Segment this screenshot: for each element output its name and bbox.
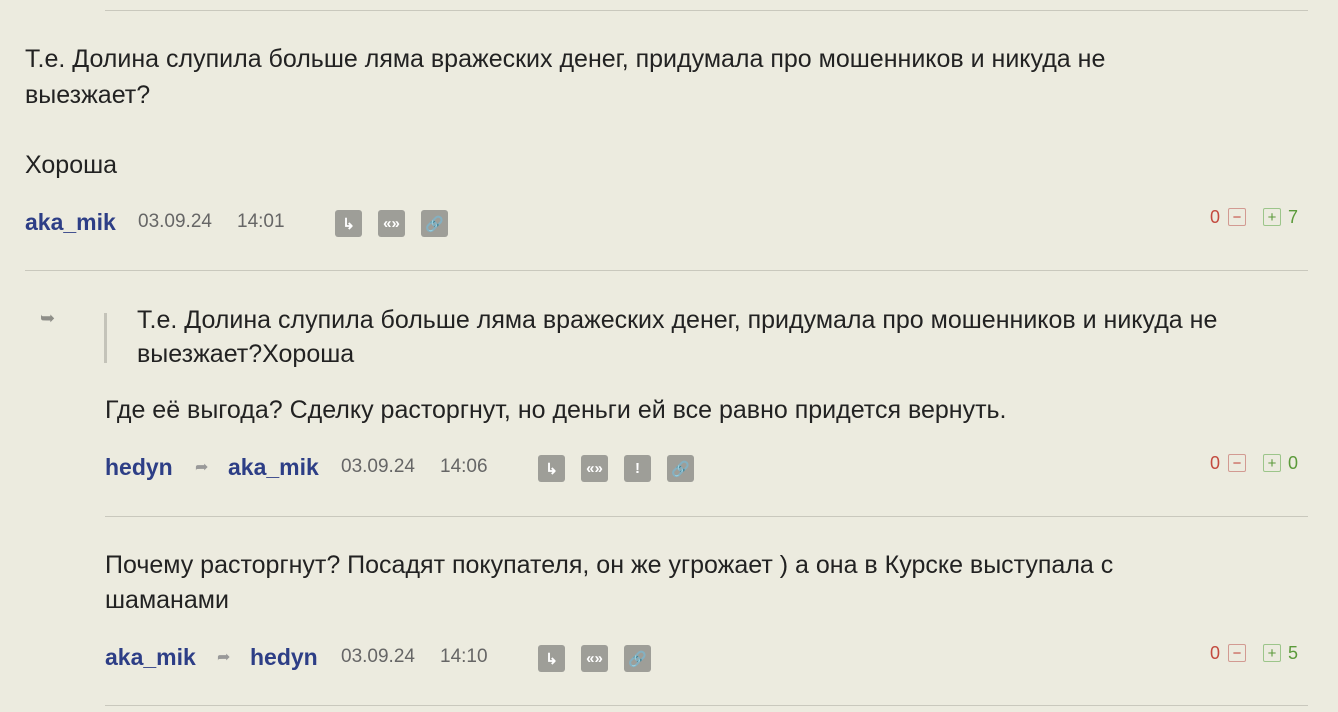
divider [105,705,1308,706]
author-link[interactable]: aka_mik [105,644,196,671]
vote-widget: 0 − + 5 [1210,641,1298,665]
vote-widget: 0 − + 0 [1210,451,1298,475]
vote-plus-count: 0 [1288,452,1299,473]
vote-minus-button[interactable]: − [1228,454,1247,472]
vote-plus-button[interactable]: + [1263,454,1282,472]
reply-to-icon: ➦ [217,649,231,666]
comment-text: Где её выгода? Сделку расторгнут, но ден… [105,396,1007,424]
vote-plus-button[interactable]: + [1263,644,1282,662]
reply-to-icon: ➦ [195,459,209,476]
link-icon[interactable]: 🔗 [421,210,448,237]
comment-text-line: Хороша [25,151,118,179]
report-icon[interactable]: ! [624,455,651,482]
author-link[interactable]: aka_mik [25,209,116,236]
reply-arrow-icon[interactable]: ↳ [538,645,565,672]
comment-time[interactable]: 14:01 [237,211,285,233]
reply-to-author-link[interactable]: hedyn [250,644,318,671]
comment-text-line: выезжает? [25,81,151,109]
link-icon[interactable]: 🔗 [624,645,651,672]
comment-date: 03.09.24 [138,211,212,232]
quote-text-line: Т.е. Долина слупила больше ляма вражески… [137,306,1218,334]
vote-minus-button[interactable]: − [1228,208,1247,226]
quote-icon[interactable]: «» [581,645,608,672]
vote-plus-count: 7 [1288,206,1299,227]
comment-date: 03.09.24 [341,456,415,477]
reply-arrow-icon[interactable]: ↳ [538,455,565,482]
quote-bar [104,313,107,363]
divider [105,516,1308,517]
vote-plus-button[interactable]: + [1263,208,1282,226]
comment-meta: aka_mik [25,207,116,237]
quote-icon[interactable]: «» [581,455,608,482]
link-icon[interactable]: 🔗 [667,455,694,482]
vote-minus-count: 0 [1210,452,1221,473]
reply-arrow-icon[interactable]: ↳ [335,210,362,237]
divider [25,270,1308,271]
comment-time[interactable]: 14:06 [440,456,488,478]
vote-widget: 0 − + 7 [1210,205,1298,229]
divider [105,10,1308,11]
vote-minus-button[interactable]: − [1228,644,1247,662]
comment-text-line: Т.е. Долина слупила больше ляма вражески… [25,45,1106,73]
vote-plus-count: 5 [1288,642,1299,663]
comment-text-line: Почему расторгнут? Посадят покупателя, о… [105,551,1114,579]
comment-text-line: шаманами [105,586,229,614]
vote-minus-count: 0 [1210,642,1221,663]
thread-arrow-icon: ➥ [40,308,56,328]
reply-to-author-link[interactable]: aka_mik [228,454,319,481]
comment-date: 03.09.24 [341,646,415,667]
quote-icon[interactable]: «» [378,210,405,237]
author-link[interactable]: hedyn [105,454,173,481]
vote-minus-count: 0 [1210,206,1221,227]
comment-time[interactable]: 14:10 [440,646,488,668]
quote-text-line: выезжает?Хороша [137,340,355,368]
